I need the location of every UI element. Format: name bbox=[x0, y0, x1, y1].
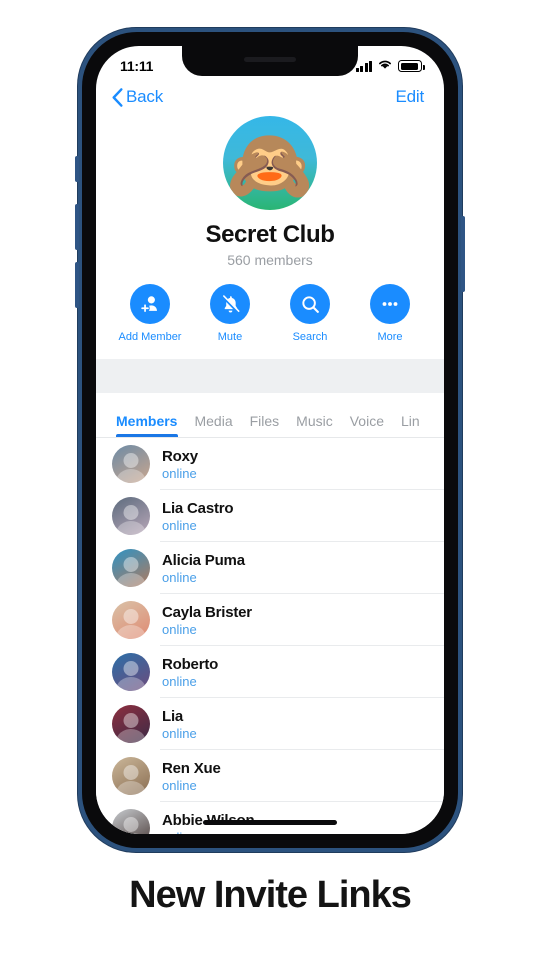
search-icon bbox=[301, 295, 319, 313]
member-status: online bbox=[162, 777, 197, 793]
member-name: Roxy bbox=[162, 447, 198, 465]
member-status: online bbox=[162, 830, 254, 835]
group-profile: 🙈 Secret Club 560 members bbox=[96, 112, 444, 268]
navigation-bar: Back Edit bbox=[96, 80, 444, 112]
avatar bbox=[112, 601, 150, 639]
section-separator bbox=[96, 359, 444, 393]
member-row[interactable]: Ren Xue online bbox=[96, 750, 444, 802]
member-row[interactable]: Abbie Wilson online bbox=[96, 802, 444, 834]
member-name: Alicia Puma bbox=[162, 551, 245, 569]
wifi-icon bbox=[377, 57, 393, 75]
mute-button[interactable] bbox=[210, 284, 250, 324]
mute-switch-button[interactable] bbox=[75, 156, 79, 182]
avatar bbox=[112, 497, 150, 535]
member-status: online bbox=[162, 569, 197, 585]
search-label: Search bbox=[292, 331, 328, 343]
group-avatar[interactable]: 🙈 bbox=[223, 116, 317, 210]
action-row: Add Member Mute Search More bbox=[96, 268, 444, 343]
avatar bbox=[112, 653, 150, 691]
phone-screen: 11:11 Back Edit 🙈 Secret Club 560 member… bbox=[96, 46, 444, 834]
avatar bbox=[112, 549, 150, 587]
mute-action[interactable]: Mute bbox=[192, 284, 268, 343]
cellular-bars-icon bbox=[355, 60, 372, 72]
member-status: online bbox=[162, 621, 197, 637]
member-row[interactable]: Alicia Puma online bbox=[96, 542, 444, 594]
group-member-count: 560 members bbox=[227, 252, 313, 268]
phone-frame: 11:11 Back Edit 🙈 Secret Club 560 member… bbox=[75, 28, 465, 852]
see-no-evil-monkey-icon: 🙈 bbox=[226, 126, 314, 204]
member-status: online bbox=[162, 517, 197, 533]
add-member-action[interactable]: Add Member bbox=[112, 284, 188, 343]
status-bar-clock: 11:11 bbox=[120, 58, 154, 74]
member-status: online bbox=[162, 673, 197, 689]
active-tab-indicator bbox=[116, 434, 178, 437]
tab-files[interactable]: Files bbox=[250, 413, 297, 429]
avatar bbox=[112, 809, 150, 834]
tab-voice[interactable]: Voice bbox=[350, 413, 401, 429]
add-member-button[interactable] bbox=[130, 284, 170, 324]
home-indicator[interactable] bbox=[203, 820, 337, 825]
battery-full-icon bbox=[398, 60, 425, 72]
tab-bar: Members Media Files Music Voice Lin bbox=[96, 393, 444, 437]
edit-button[interactable]: Edit bbox=[396, 87, 425, 107]
status-bar: 11:11 bbox=[96, 46, 444, 80]
tab-media[interactable]: Media bbox=[194, 413, 249, 429]
avatar bbox=[112, 757, 150, 795]
tab-links[interactable]: Lin bbox=[401, 413, 437, 429]
member-name: Lia Castro bbox=[162, 499, 234, 517]
status-bar-icons bbox=[355, 57, 425, 75]
mute-label: Mute bbox=[217, 331, 243, 343]
member-name: Cayla Brister bbox=[162, 603, 252, 621]
member-row[interactable]: Roberto online bbox=[96, 646, 444, 698]
back-button[interactable]: Back bbox=[112, 87, 163, 107]
member-list[interactable]: Roxy online Lia Castro online Alicia Pum… bbox=[96, 438, 444, 834]
search-action[interactable]: Search bbox=[272, 284, 348, 343]
more-action[interactable]: More bbox=[352, 284, 428, 343]
add-member-icon bbox=[140, 296, 157, 313]
member-name: Lia bbox=[162, 707, 184, 725]
back-button-label: Back bbox=[126, 87, 163, 106]
chevron-left-icon bbox=[112, 87, 123, 107]
avatar bbox=[112, 445, 150, 483]
member-status: online bbox=[162, 725, 197, 741]
volume-down-button[interactable] bbox=[75, 262, 79, 308]
member-row[interactable]: Lia online bbox=[96, 698, 444, 750]
tab-music[interactable]: Music bbox=[296, 413, 350, 429]
more-label: More bbox=[377, 331, 403, 343]
member-status: online bbox=[162, 465, 197, 481]
phone-bezel: 11:11 Back Edit 🙈 Secret Club 560 member… bbox=[82, 32, 458, 848]
member-name: Roberto bbox=[162, 655, 219, 673]
search-button[interactable] bbox=[290, 284, 330, 324]
avatar bbox=[112, 705, 150, 743]
group-title: Secret Club bbox=[205, 221, 335, 248]
caption-text: New Invite Links bbox=[129, 874, 412, 916]
member-name: Ren Xue bbox=[162, 759, 221, 777]
tab-members[interactable]: Members bbox=[116, 413, 194, 429]
tab-list[interactable]: Members Media Files Music Voice Lin bbox=[96, 393, 444, 437]
member-row[interactable]: Lia Castro online bbox=[96, 490, 444, 542]
more-button[interactable] bbox=[370, 284, 410, 324]
member-row[interactable]: Cayla Brister online bbox=[96, 594, 444, 646]
member-row[interactable]: Roxy online bbox=[96, 438, 444, 490]
ellipsis-icon bbox=[382, 302, 398, 306]
volume-up-button[interactable] bbox=[75, 204, 79, 250]
add-member-label: Add Member bbox=[118, 331, 182, 343]
power-button[interactable] bbox=[461, 216, 465, 292]
bell-slash-icon bbox=[221, 294, 240, 313]
